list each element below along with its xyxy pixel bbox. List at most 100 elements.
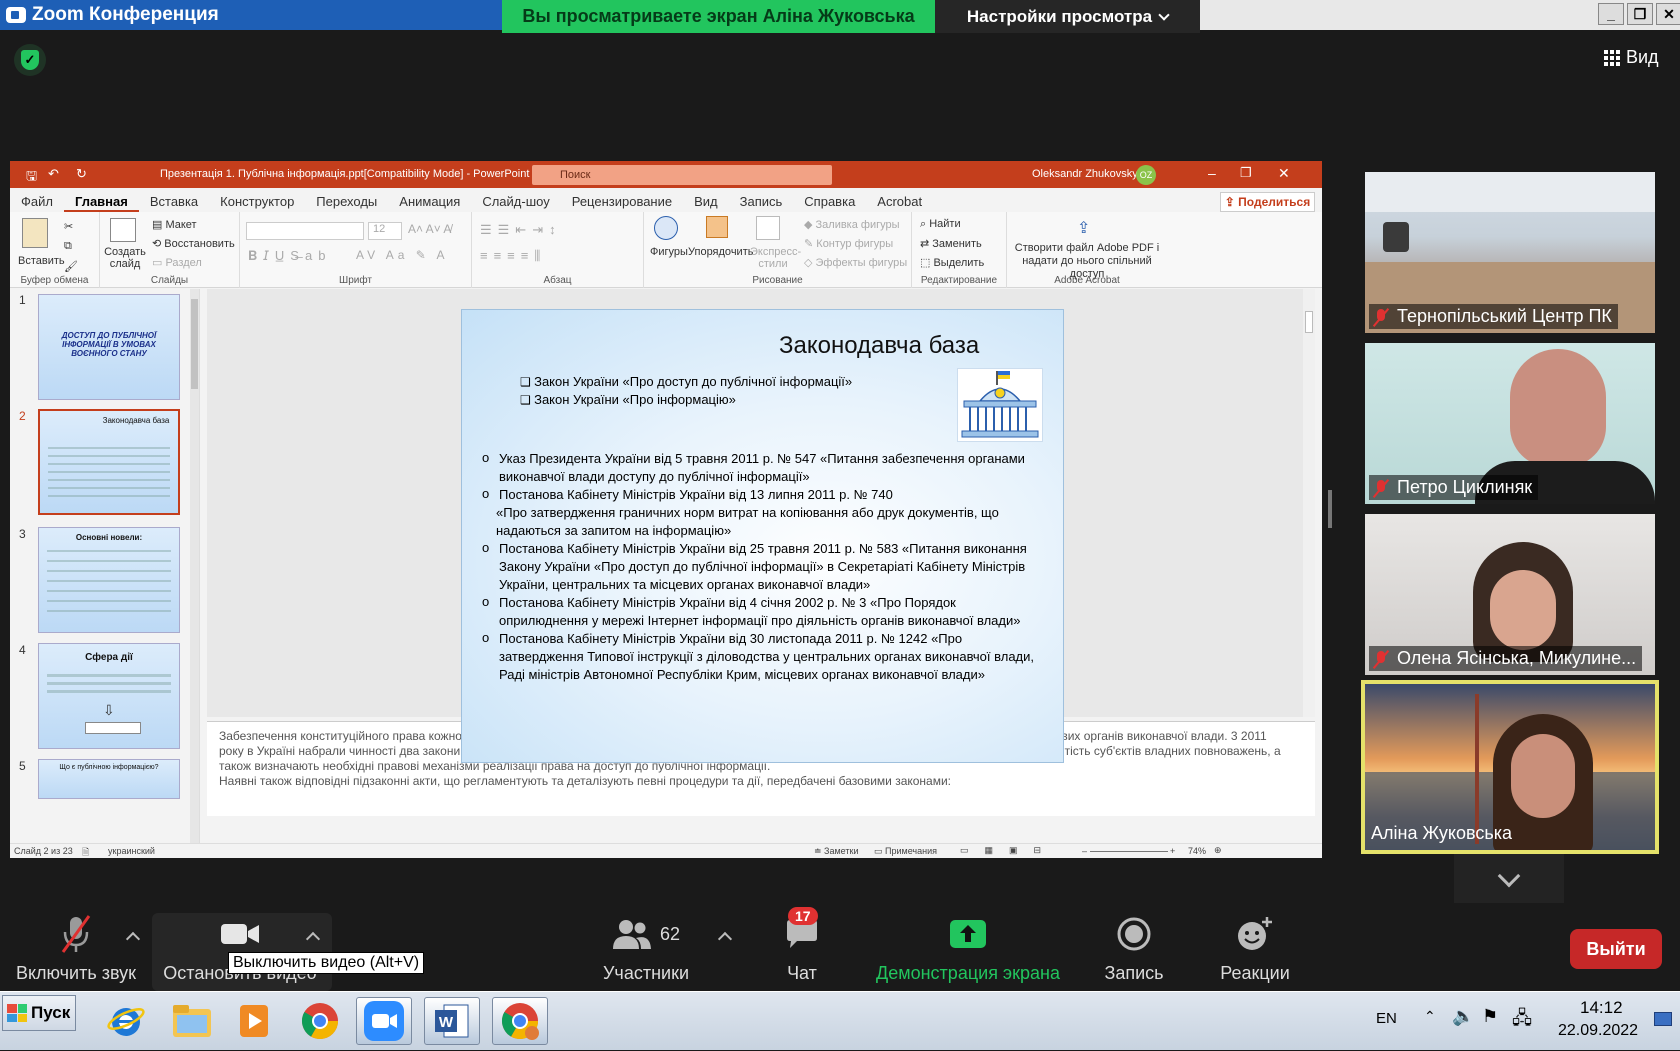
section-label: ▭ Раздел [152, 257, 202, 269]
cut-icon: ✂ [64, 221, 74, 233]
status-zoom: 74% [1188, 846, 1207, 856]
chrome-user-taskbar-icon[interactable] [492, 997, 548, 1045]
view-label: Вид [1626, 47, 1659, 67]
ppt-menu-file: Файл [21, 194, 53, 209]
reset-label: ⟲ Восстановить [152, 238, 235, 250]
participant-tile[interactable]: Олена Ясінська, Микулине... [1365, 514, 1655, 675]
thumb-number: 2 [19, 409, 26, 423]
show-desktop-icon[interactable] [1654, 1012, 1672, 1026]
security-shield-icon[interactable]: ✓ [14, 44, 46, 76]
record-icon [1100, 913, 1168, 955]
record-label: Запись [1104, 963, 1164, 983]
unmute-button[interactable]: Включить звук [14, 913, 138, 984]
network-icon[interactable]: 🖧 [1512, 1006, 1532, 1036]
thumb-title: ДОСТУП ДО ПУБЛІЧНОЇ ІНФОРМАЦІЇ В УМОВАХ … [61, 331, 157, 358]
list-icons: ☰☰⇤⇥↕ [480, 222, 562, 237]
legal-act-item: Постанова Кабінету Міністрів України від… [480, 629, 1045, 684]
chat-unread-badge: 17 [788, 907, 818, 925]
restore-button[interactable]: ❐ [1627, 3, 1653, 25]
status-language: украинский [108, 846, 155, 856]
chevron-down-icon [1158, 8, 1170, 21]
ribbon-group-clipboard: Вставить ✂ ⧉ 🖌 Буфер обмена [10, 212, 100, 288]
muted-mic-icon [1371, 649, 1391, 669]
participants-button[interactable]: 62 Участники [598, 913, 694, 984]
ppt-menu-help: Справка [804, 194, 856, 209]
slide-thumbnails: 1 ДОСТУП ДО ПУБЛІЧНОЇ ІНФОРМАЦІЇ В УМОВА… [10, 289, 200, 843]
reactions-button[interactable]: Реакции [1216, 913, 1294, 984]
ppt-menu-insert: Вставка [149, 194, 199, 209]
redo-icon: ↻ [76, 166, 87, 181]
muted-mic-icon [1371, 307, 1391, 327]
ppt-menu-acrobat: Acrobat [877, 194, 923, 209]
view-layout-button[interactable]: Вид [1604, 47, 1659, 68]
video-tooltip: Выключить видео (Alt+V) [228, 952, 425, 974]
legal-act-continuation: «Про затвердження граничних норм витрат … [496, 505, 999, 538]
status-notes: ≐ Заметки [814, 846, 859, 856]
thumb-number: 1 [19, 293, 26, 307]
close-button[interactable]: ✕ [1656, 3, 1680, 25]
chat-button[interactable]: 17 Чат [766, 907, 838, 984]
keyboard-language[interactable]: EN [1376, 1010, 1397, 1027]
file-explorer-taskbar-icon[interactable] [164, 997, 220, 1045]
participant-name-tag: Олена Ясінська, Микулине... [1369, 646, 1643, 671]
panel-resize-handle[interactable] [1328, 490, 1332, 528]
law-item: Закон України «Про інформацію» [520, 391, 852, 409]
participant-name-tag: Тернопільський Центр ПК [1369, 304, 1618, 329]
replace-text: Заменить [932, 238, 982, 250]
align-icons: ≡≡≡≡⫼ [480, 248, 547, 263]
zoom-slider: – + [1082, 846, 1176, 856]
save-icon: 🖫 [26, 168, 38, 183]
clock-time[interactable]: 14:12 [1580, 998, 1623, 1018]
font-more-icons: AV Aa ✎ A [356, 248, 449, 262]
video-camera-icon [160, 913, 320, 955]
tray-expand-icon[interactable]: ⌃ [1424, 1008, 1436, 1025]
participant-name: Петро Циклиняк [1397, 477, 1533, 497]
ribbon-group-font: 12 A˄ A˅ A̸ 𝐁𝘐U̲S̶ab AV Aa ✎ A Шрифт [240, 212, 472, 288]
slide-legal-acts-list: Указ Президента України від 5 травня 201… [480, 449, 1045, 684]
participants-label: Участники [603, 963, 689, 983]
thumb-title: Сфера дії [85, 652, 133, 663]
volume-icon[interactable]: 🔈 [1452, 1006, 1474, 1027]
word-taskbar-icon[interactable]: W [424, 997, 480, 1045]
smiley-plus-icon [1216, 913, 1294, 955]
view-settings-label: Настройки просмотра [966, 6, 1153, 26]
shapes-label: Фигуры [650, 246, 688, 258]
ppt-menu-record: Запись [739, 194, 783, 209]
participant-tile[interactable]: Тернопільський Центр ПК [1365, 172, 1655, 333]
svg-text:W: W [439, 1014, 454, 1031]
participant-tile[interactable]: Петро Циклиняк [1365, 343, 1655, 504]
zoom-taskbar-icon[interactable] [356, 997, 412, 1045]
thumb-title: Основні новели: [75, 533, 143, 542]
start-button[interactable]: Пуск [2, 995, 76, 1031]
view-settings-button[interactable]: Настройки просмотра [935, 0, 1200, 33]
scroll-down-button[interactable] [1454, 854, 1564, 906]
status-notes-text: Заметки [824, 846, 859, 856]
clock-date[interactable]: 22.09.2022 [1558, 1022, 1638, 1040]
record-button[interactable]: Запись [1100, 913, 1168, 984]
paragraph-caption: Абзац [543, 275, 572, 286]
ppt-ribbon: Вставить ✂ ⧉ 🖌 Буфер обмена Создать слай… [10, 212, 1322, 288]
participants-icon-group: 62 [598, 913, 694, 955]
chat-bubble-icon: 17 [766, 907, 838, 955]
view-mode-icons: ▭▦▣⊟ [960, 845, 1058, 855]
action-center-flag-icon[interactable]: ⚑ [1482, 1006, 1498, 1027]
media-player-taskbar-icon[interactable] [226, 997, 282, 1045]
status-slide-count: Слайд 2 из 23 [14, 846, 73, 856]
ppt-title-bar: 🖫 ↶ ↻ Презентація 1. Публічна інформація… [10, 161, 1322, 188]
paste-icon [22, 218, 48, 248]
leave-meeting-button[interactable]: Выйти [1570, 929, 1662, 969]
chrome-taskbar-icon[interactable] [292, 997, 348, 1045]
ppt-menu-design: Конструктор [220, 194, 295, 209]
ppt-share-button: ⇪ Поделиться [1220, 192, 1315, 212]
internet-explorer-taskbar-icon[interactable] [98, 997, 154, 1045]
slide-thumbnail-5: Що є публічною інформацією? [38, 759, 180, 799]
section-text: Раздел [165, 257, 202, 269]
select-label: ⬚ Выделить [920, 257, 985, 269]
participant-tile-active-speaker[interactable]: Аліна Жуковська [1361, 680, 1659, 854]
font-name-box [246, 222, 364, 240]
layout-text: Макет [165, 219, 197, 231]
font-style-icons: 𝐁𝘐U̲S̶ab [248, 248, 332, 263]
spellcheck-icon: 🗎 [82, 847, 90, 857]
minimize-button[interactable]: _ [1598, 3, 1624, 25]
share-screen-button[interactable]: Демонстрация экрана [874, 913, 1062, 984]
